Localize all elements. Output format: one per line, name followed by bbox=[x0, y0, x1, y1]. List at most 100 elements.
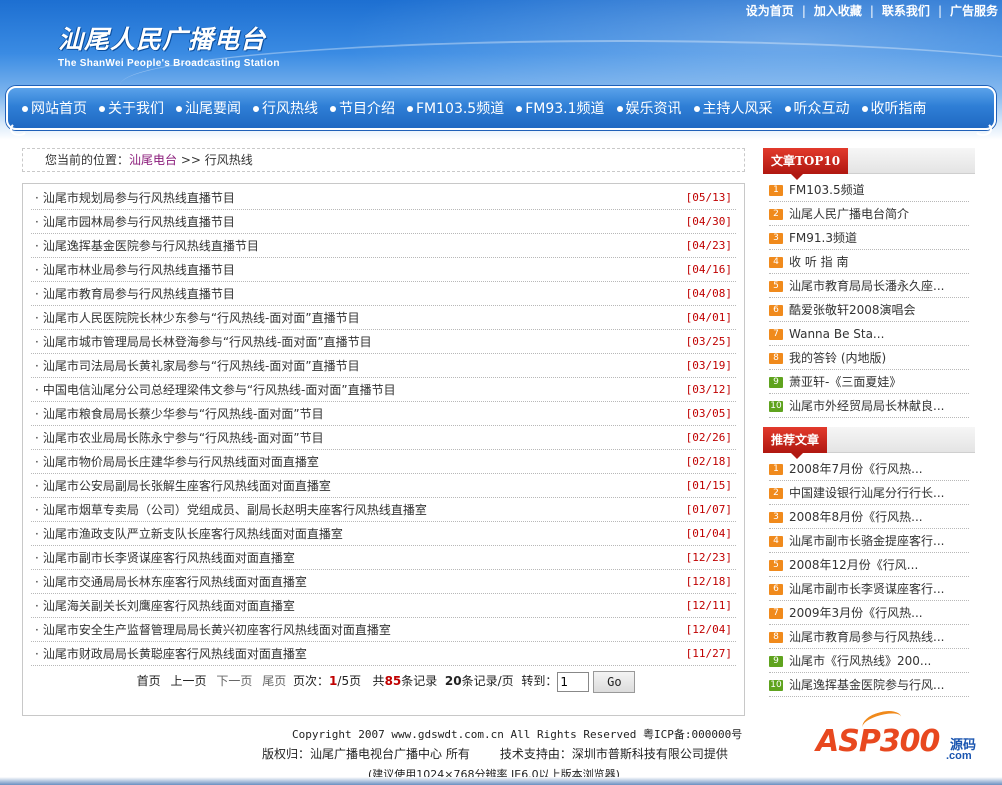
article-list-item[interactable]: · 汕尾市财政局局长黄聪座客行风热线面对面直播室 [11/27] bbox=[31, 642, 736, 666]
sidebar-recommended-item[interactable]: 6 汕尾市副市长李贤谋座客行... bbox=[769, 577, 969, 601]
sidebar-top10-item[interactable]: 9 萧亚轩-《三面夏娃》 bbox=[769, 370, 969, 394]
article-title-link[interactable]: 汕尾市教育局参与行风热线直播节目 bbox=[43, 287, 235, 301]
nav-item-programs[interactable]: 节目介绍 bbox=[330, 98, 395, 118]
article-title-link[interactable]: 中国电信汕尾分公司总经理梁伟文参与“行风热线-面对面”直播节目 bbox=[43, 383, 396, 397]
sidebar-item-link[interactable]: 中国建设银行汕尾分行行长... bbox=[789, 486, 944, 500]
article-title-link[interactable]: 汕尾市园林局参与行风热线直播节目 bbox=[43, 215, 235, 229]
sidebar-item-link[interactable]: 汕尾市教育局局长潘永久座... bbox=[789, 279, 944, 293]
article-title-link[interactable]: 汕尾市交通局局长林东座客行风热线面对面直播室 bbox=[43, 575, 307, 589]
set-homepage-link[interactable]: 设为首页 bbox=[746, 4, 794, 18]
nav-item-fm1035[interactable]: FM103.5频道 bbox=[407, 98, 504, 118]
article-title-link[interactable]: 汕尾市副市长李贤谋座客行风热线面对面直播室 bbox=[43, 551, 295, 565]
article-list-item[interactable]: · 汕尾市人民医院院长林少东参与“行风热线-面对面”直播节目 [04/01] bbox=[31, 306, 736, 330]
article-list-item[interactable]: · 中国电信汕尾分公司总经理梁伟文参与“行风热线-面对面”直播节目 [03/12] bbox=[31, 378, 736, 402]
sidebar-item-link[interactable]: 2008年7月份《行风热... bbox=[789, 462, 923, 476]
sidebar-item-link[interactable]: Wanna Be Sta... bbox=[789, 327, 884, 341]
nav-item-hosts[interactable]: 主持人风采 bbox=[693, 98, 773, 118]
pager-last-link[interactable]: 尾页 bbox=[262, 674, 286, 688]
article-title-link[interactable]: 汕尾逸挥基金医院参与行风热线直播节目 bbox=[43, 239, 259, 253]
sidebar-item-link[interactable]: 萧亚轩-《三面夏娃》 bbox=[789, 375, 901, 389]
article-list-item[interactable]: · 汕尾市渔政支队严立新支队长座客行风热线面对面直播室 [01/04] bbox=[31, 522, 736, 546]
sidebar-item-link[interactable]: 我的答铃 (内地版) bbox=[789, 351, 886, 365]
sidebar-item-link[interactable]: FM91.3频道 bbox=[789, 231, 857, 245]
sidebar-recommended-item[interactable]: 2 中国建设银行汕尾分行行长... bbox=[769, 481, 969, 505]
nav-item-entertainment[interactable]: 娱乐资讯 bbox=[616, 98, 682, 118]
article-title-link[interactable]: 汕尾市粮食局局长蔡少华参与“行风热线-面对面”节目 bbox=[43, 407, 324, 421]
sidebar-item-link[interactable]: 汕尾市外经贸局局长林献良... bbox=[789, 399, 944, 413]
article-title-link[interactable]: 汕尾市规划局参与行风热线直播节目 bbox=[43, 191, 235, 205]
nav-item-hotline[interactable]: 行风热线 bbox=[253, 98, 318, 118]
sidebar-recommended-item[interactable]: 7 2009年3月份《行风热... bbox=[769, 601, 969, 625]
sidebar-top10-item[interactable]: 5 汕尾市教育局局长潘永久座... bbox=[769, 274, 969, 298]
article-title-link[interactable]: 汕尾市财政局局长黄聪座客行风热线面对面直播室 bbox=[43, 647, 307, 661]
sidebar-item-link[interactable]: 2008年12月份《行风... bbox=[789, 558, 918, 572]
article-title-link[interactable]: 汕尾市司法局局长黄礼家局参与“行风热线-面对面”直播节目 bbox=[43, 359, 360, 373]
sidebar-item-link[interactable]: 收 听 指 南 bbox=[789, 255, 848, 269]
article-title-link[interactable]: 汕尾市人民医院院长林少东参与“行风热线-面对面”直播节目 bbox=[43, 311, 360, 325]
sidebar-recommended-item[interactable]: 4 汕尾市副市长骆金提座客行... bbox=[769, 529, 969, 553]
sidebar-top10-item[interactable]: 2 汕尾人民广播电台简介 bbox=[769, 202, 969, 226]
nav-item-about[interactable]: 关于我们 bbox=[99, 98, 164, 118]
pager-goto-input[interactable] bbox=[557, 671, 590, 692]
article-list-item[interactable]: · 汕尾市物价局局长庄建华参与行风热线面对面直播室 [02/18] bbox=[31, 450, 736, 474]
article-title-link[interactable]: 汕尾市公安局副局长张解生座客行风热线面对面直播室 bbox=[43, 479, 331, 493]
article-title-link[interactable]: 汕尾市安全生产监督管理局局长黄兴初座客行风热线面对面直播室 bbox=[43, 623, 391, 637]
sidebar-item-link[interactable]: 汕尾逸挥基金医院参与行风... bbox=[789, 678, 944, 692]
article-list-item[interactable]: · 汕尾市烟草专卖局（公司）党组成员、副局长赵明夫座客行风热线直播室 [01/07] bbox=[31, 498, 736, 522]
nav-item-home[interactable]: 网站首页 bbox=[22, 98, 87, 118]
sidebar-item-link[interactable]: 汕尾市《行风热线》200... bbox=[789, 654, 931, 668]
article-list-item[interactable]: · 汕尾市司法局局长黄礼家局参与“行风热线-面对面”直播节目 [03/19] bbox=[31, 354, 736, 378]
ad-service-link[interactable]: 广告服务 bbox=[950, 4, 998, 18]
nav-item-guide[interactable]: 收听指南 bbox=[861, 98, 927, 118]
article-list-item[interactable]: · 汕尾市园林局参与行风热线直播节目 [04/30] bbox=[31, 210, 736, 234]
sidebar-top10-item[interactable]: 7 Wanna Be Sta... bbox=[769, 322, 969, 346]
sidebar-recommended-item[interactable]: 10 汕尾逸挥基金医院参与行风... bbox=[769, 673, 969, 697]
article-list-item[interactable]: · 汕尾市副市长李贤谋座客行风热线面对面直播室 [12/23] bbox=[31, 546, 736, 570]
nav-item-news[interactable]: 汕尾要闻 bbox=[176, 98, 241, 118]
article-title-link[interactable]: 汕尾市物价局局长庄建华参与行风热线面对面直播室 bbox=[43, 455, 319, 469]
article-list-item[interactable]: · 汕尾市林业局参与行风热线直播节目 [04/16] bbox=[31, 258, 736, 282]
article-list-item[interactable]: · 汕尾市交通局局长林东座客行风热线面对面直播室 [12/18] bbox=[31, 570, 736, 594]
sidebar-recommended-item[interactable]: 1 2008年7月份《行风热... bbox=[769, 457, 969, 481]
article-list-item[interactable]: · 汕尾市粮食局局长蔡少华参与“行风热线-面对面”节目 [03/05] bbox=[31, 402, 736, 426]
sidebar-item-link[interactable]: 酷爱张敬轩2008演唱会 bbox=[789, 303, 916, 317]
sidebar-item-link[interactable]: 2009年3月份《行风热... bbox=[789, 606, 923, 620]
article-list-item[interactable]: · 汕尾市安全生产监督管理局局长黄兴初座客行风热线面对面直播室 [12/04] bbox=[31, 618, 736, 642]
sidebar-recommended-item[interactable]: 9 汕尾市《行风热线》200... bbox=[769, 649, 969, 673]
article-list-item[interactable]: · 汕尾市城市管理局局长林登海参与“行风热线-面对面”直播节目 [03/25] bbox=[31, 330, 736, 354]
article-list-item[interactable]: · 汕尾市公安局副局长张解生座客行风热线面对面直播室 [01/15] bbox=[31, 474, 736, 498]
sidebar-item-link[interactable]: FM103.5频道 bbox=[789, 183, 865, 197]
sidebar-top10-item[interactable]: 3 FM91.3频道 bbox=[769, 226, 969, 250]
article-list-item[interactable]: · 汕尾海关副关长刘鹰座客行风热线面对面直播室 [12/11] bbox=[31, 594, 736, 618]
article-title-link[interactable]: 汕尾市烟草专卖局（公司）党组成员、副局长赵明夫座客行风热线直播室 bbox=[43, 503, 427, 517]
pager-prev-link[interactable]: 上一页 bbox=[171, 674, 207, 688]
pager-go-button[interactable]: Go bbox=[593, 670, 636, 693]
article-title-link[interactable]: 汕尾市渔政支队严立新支队长座客行风热线面对面直播室 bbox=[43, 527, 343, 541]
sidebar-top10-item[interactable]: 1 FM103.5频道 bbox=[769, 178, 969, 202]
article-title-link[interactable]: 汕尾市农业局局长陈永宁参与“行风热线-面对面”节目 bbox=[43, 431, 324, 445]
add-favorite-link[interactable]: 加入收藏 bbox=[814, 4, 862, 18]
sidebar-top10-item[interactable]: 10 汕尾市外经贸局局长林献良... bbox=[769, 394, 969, 418]
article-list-item[interactable]: · 汕尾市规划局参与行风热线直播节目 [05/13] bbox=[31, 186, 736, 210]
article-title-link[interactable]: 汕尾市城市管理局局长林登海参与“行风热线-面对面”直播节目 bbox=[43, 335, 372, 349]
sidebar-top10-item[interactable]: 8 我的答铃 (内地版) bbox=[769, 346, 969, 370]
sidebar-item-link[interactable]: 2008年8月份《行风热... bbox=[789, 510, 923, 524]
breadcrumb-home-link[interactable]: 汕尾电台 bbox=[129, 153, 177, 167]
sidebar-recommended-item[interactable]: 8 汕尾市教育局参与行风热线... bbox=[769, 625, 969, 649]
contact-us-link[interactable]: 联系我们 bbox=[882, 4, 930, 18]
pager-next-link[interactable]: 下一页 bbox=[216, 674, 252, 688]
article-list-item[interactable]: · 汕尾市农业局局长陈永宁参与“行风热线-面对面”节目 [02/26] bbox=[31, 426, 736, 450]
nav-item-fm931[interactable]: FM93.1频道 bbox=[516, 98, 605, 118]
article-title-link[interactable]: 汕尾市林业局参与行风热线直播节目 bbox=[43, 263, 235, 277]
article-list-item[interactable]: · 汕尾市教育局参与行风热线直播节目 [04/08] bbox=[31, 282, 736, 306]
nav-item-interaction[interactable]: 听众互动 bbox=[784, 98, 850, 118]
site-logo[interactable]: 汕尾人民广播电台 The ShanWei People's Broadcasti… bbox=[58, 24, 318, 74]
sidebar-recommended-item[interactable]: 3 2008年8月份《行风热... bbox=[769, 505, 969, 529]
sidebar-recommended-item[interactable]: 5 2008年12月份《行风... bbox=[769, 553, 969, 577]
sidebar-item-link[interactable]: 汕尾市教育局参与行风热线... bbox=[789, 630, 944, 644]
article-title-link[interactable]: 汕尾海关副关长刘鹰座客行风热线面对面直播室 bbox=[43, 599, 295, 613]
pager-first-link[interactable]: 首页 bbox=[137, 674, 161, 688]
sidebar-top10-item[interactable]: 4 收 听 指 南 bbox=[769, 250, 969, 274]
sidebar-item-link[interactable]: 汕尾市副市长李贤谋座客行... bbox=[789, 582, 944, 596]
sidebar-item-link[interactable]: 汕尾人民广播电台简介 bbox=[789, 207, 909, 221]
